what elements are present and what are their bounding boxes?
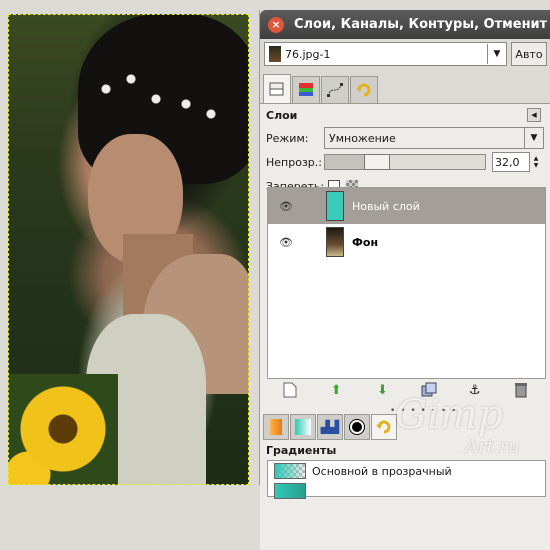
brush-dot-icon	[350, 420, 364, 434]
dock-tabs	[260, 73, 550, 104]
brush-icon: ▟▟	[320, 420, 340, 434]
new-layer-icon[interactable]	[280, 380, 300, 400]
layers-list[interactable]: 👁 Новый слой 👁 Фон	[267, 187, 546, 379]
mode-select[interactable]: Умножение ▼	[324, 127, 544, 149]
tab-paths[interactable]	[321, 76, 349, 103]
opacity-spinbox[interactable]: 32,0	[492, 152, 530, 172]
panel-menu-icon[interactable]: ◀	[527, 108, 541, 122]
tab-brushes[interactable]: ▟▟	[317, 414, 343, 440]
layer-thumbnail	[326, 191, 344, 221]
lower-layer-icon[interactable]: ⬇	[372, 380, 392, 400]
layers-icon	[269, 82, 284, 96]
close-button[interactable]: ×	[268, 16, 284, 33]
opacity-label: Непрозр.:	[266, 155, 322, 169]
image-canvas[interactable]	[8, 14, 249, 485]
paths-icon	[327, 83, 343, 97]
anchor-icon[interactable]: ⚓	[465, 380, 485, 400]
tab-brush-dot[interactable]	[344, 414, 370, 440]
channels-icon	[299, 83, 313, 96]
gradient-icon	[295, 419, 311, 435]
image-thumbnail	[269, 46, 281, 62]
layer-row-background[interactable]: 👁 Фон	[268, 224, 545, 260]
spin-arrows-icon[interactable]: ▲ ▼	[530, 152, 542, 172]
layers-panel-header: Слои ◀	[260, 104, 550, 126]
layers-panel-title: Слои	[266, 108, 298, 122]
window-title: Слои, Каналы, Контуры, Отменит	[294, 17, 548, 32]
gradient-swatch	[274, 483, 306, 499]
opacity-slider-knob[interactable]	[364, 154, 391, 170]
layer-toolbar: ⬆ ⬇ ⚓	[267, 378, 544, 402]
layer-thumbnail	[326, 227, 344, 257]
image-selector-row: 76.jpg-1 ▼ Авто	[260, 39, 550, 69]
eye-icon[interactable]: 👁	[276, 236, 296, 249]
dock-titlebar[interactable]: × Слои, Каналы, Контуры, Отменит	[260, 10, 550, 39]
layer-row-new[interactable]: 👁 Новый слой	[268, 188, 545, 224]
gradient-item[interactable]	[268, 481, 545, 501]
opacity-slider[interactable]	[324, 154, 486, 170]
layer-name[interactable]: Фон	[352, 236, 378, 249]
mode-row: Режим: Умножение ▼	[260, 126, 550, 150]
tab-patterns[interactable]	[263, 414, 289, 440]
undo-icon	[376, 420, 391, 434]
opacity-value: 32,0	[495, 155, 520, 169]
image-combo-label: 76.jpg-1	[285, 47, 331, 61]
gradient-swatch	[274, 463, 306, 479]
gradient-name: Основной в прозрачный	[312, 464, 452, 478]
chevron-down-icon[interactable]: ▼	[487, 44, 506, 64]
pattern-icon	[270, 419, 282, 435]
mode-label: Режим:	[266, 131, 309, 145]
tab-undo[interactable]	[371, 414, 397, 440]
dock-separator-handle[interactable]: • • • • • • •	[390, 406, 457, 416]
undo-history-icon	[356, 83, 371, 97]
auto-button[interactable]: Авто	[511, 42, 547, 66]
tab-layers[interactable]	[263, 74, 291, 103]
eye-icon[interactable]: 👁	[276, 200, 296, 213]
opacity-row: Непрозр.: 32,0 ▲ ▼	[260, 150, 550, 174]
delete-layer-icon[interactable]	[511, 380, 531, 400]
gradient-item[interactable]: Основной в прозрачный	[268, 461, 545, 481]
photo-flowers	[8, 374, 118, 485]
layer-name[interactable]: Новый слой	[352, 200, 420, 213]
image-combo[interactable]: 76.jpg-1 ▼	[264, 42, 507, 66]
duplicate-layer-icon[interactable]	[419, 380, 439, 400]
chevron-down-icon[interactable]: ▼	[524, 128, 543, 148]
bottom-dock-tabs: ▟▟	[263, 414, 398, 442]
raise-layer-icon[interactable]: ⬆	[326, 380, 346, 400]
layers-dock: × Слои, Каналы, Контуры, Отменит 76.jpg-…	[259, 10, 550, 550]
tab-undo-history[interactable]	[350, 76, 378, 103]
tab-channels[interactable]	[292, 76, 320, 103]
gradients-panel-title: Градиенты	[266, 444, 337, 457]
mode-value: Умножение	[329, 131, 396, 145]
photo-tiara	[86, 69, 226, 129]
gradients-list[interactable]: Основной в прозрачный	[267, 460, 546, 499]
tab-gradients[interactable]	[290, 414, 316, 440]
